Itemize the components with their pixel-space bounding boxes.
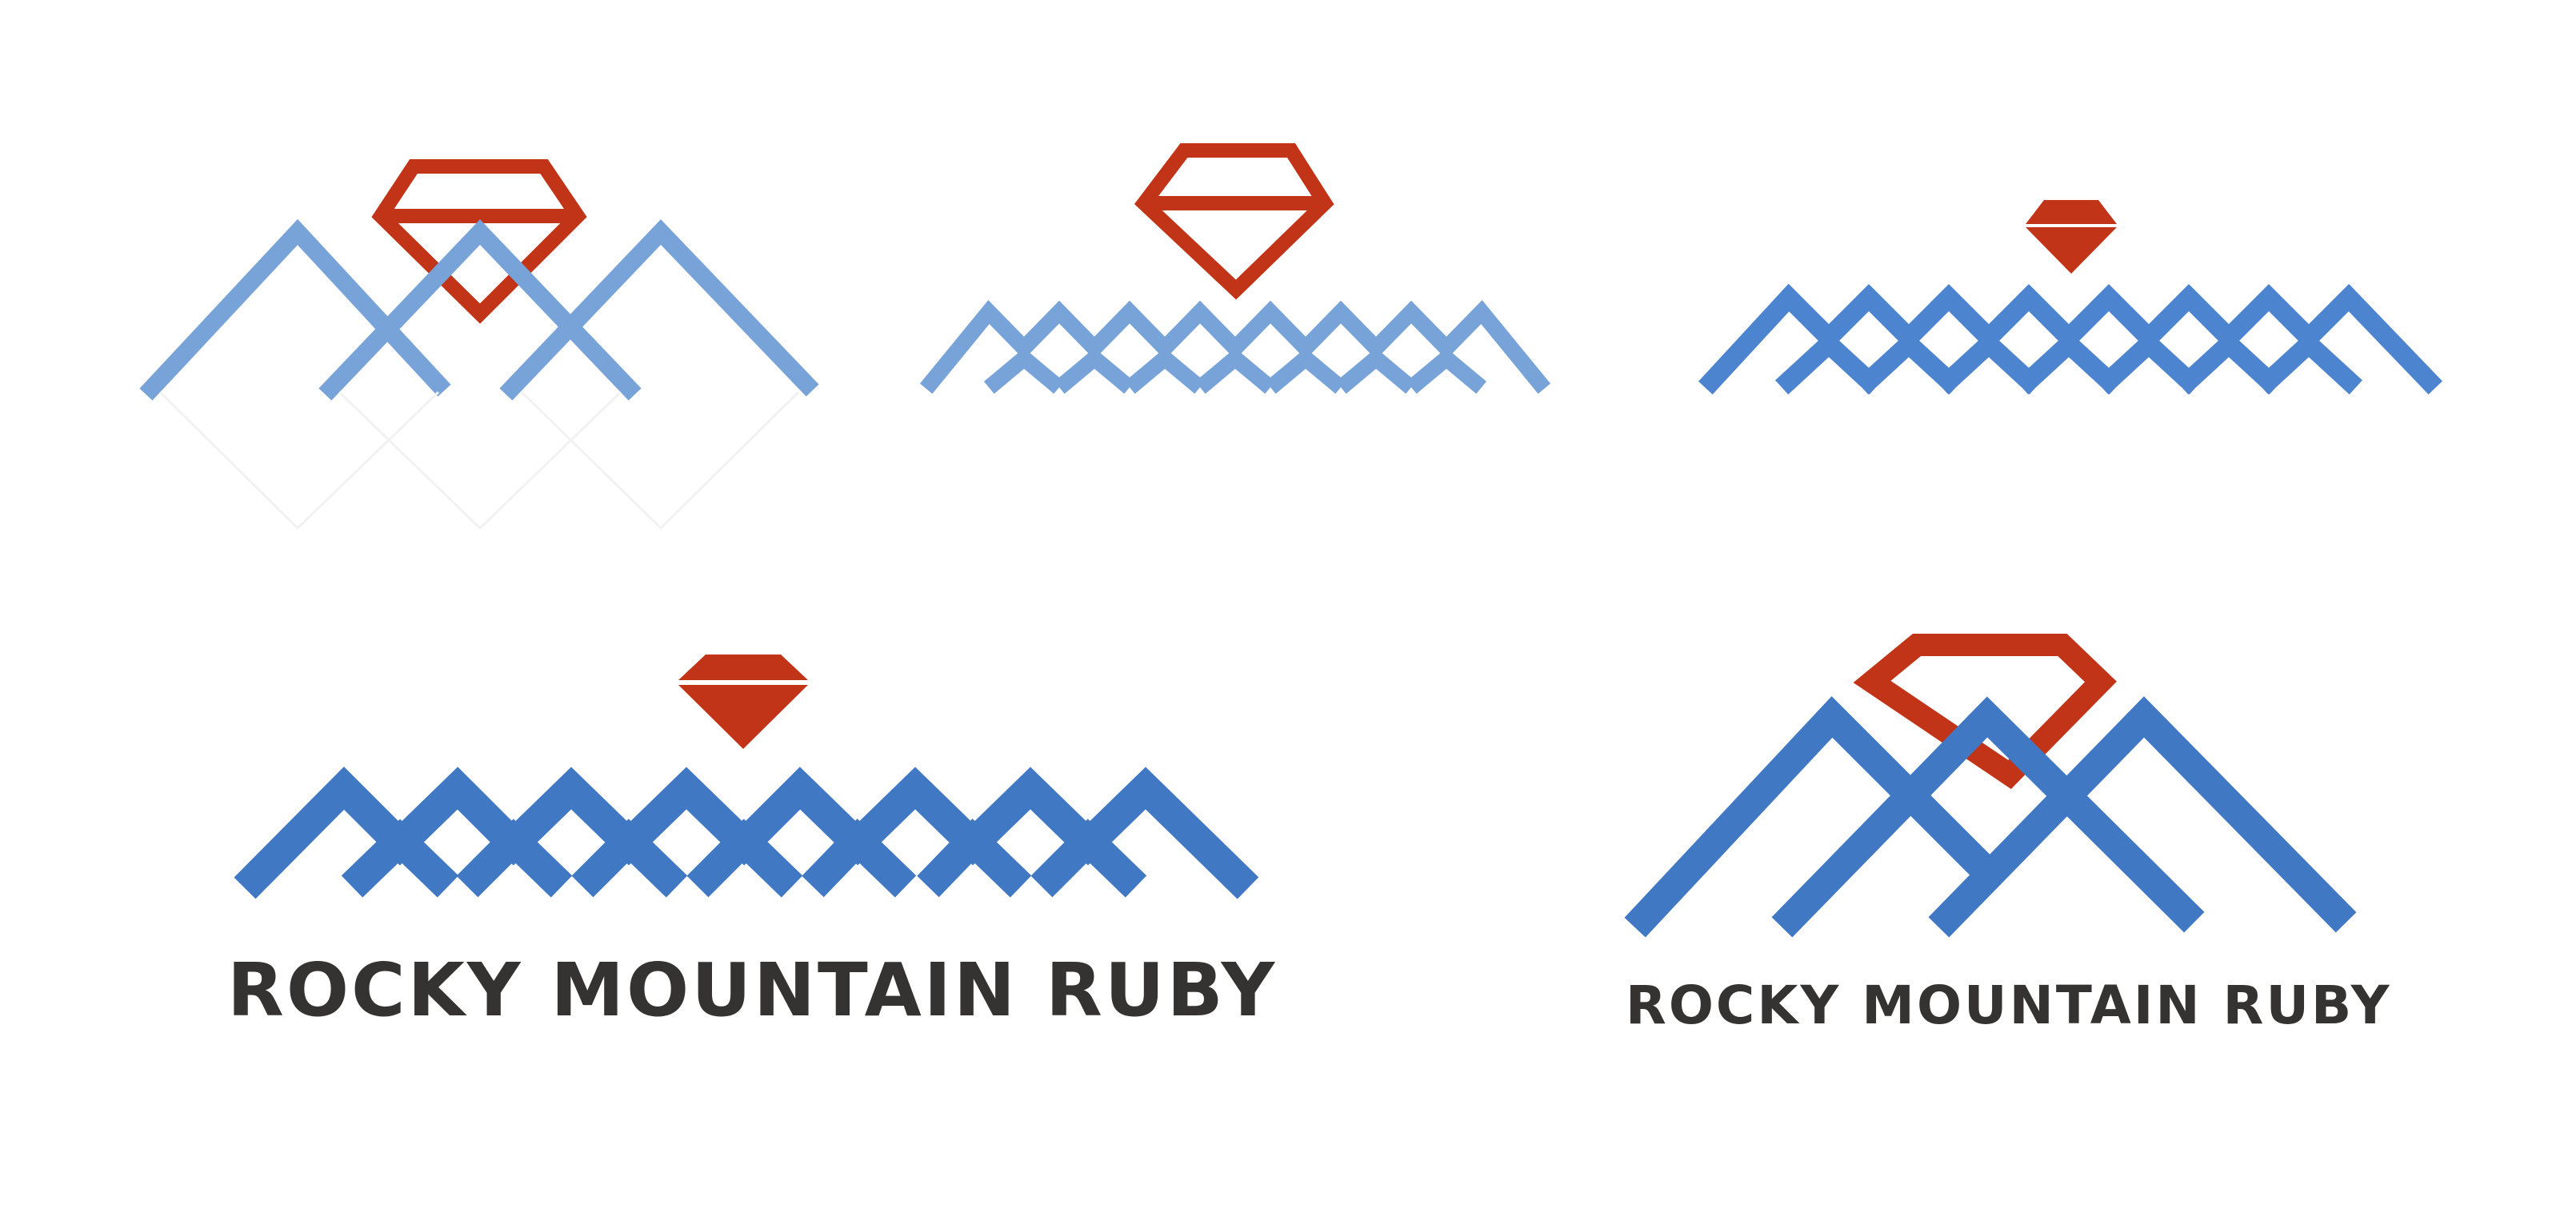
ruby-gem-icon — [1134, 143, 1334, 300]
logo-variant-5 — [1624, 634, 2357, 938]
wordmark-large: ROCKY MOUNTAIN RUBY — [227, 947, 1278, 1033]
logo-variant-4 — [234, 655, 1259, 899]
logo-variant-1 — [139, 159, 819, 530]
mountain-reflection — [158, 390, 800, 530]
ruby-gem-icon — [678, 655, 808, 749]
logo-variant-2 — [919, 143, 1551, 394]
mountain-zigzag-icon — [919, 300, 1551, 394]
logo-canvas — [139, 143, 2442, 938]
ruby-gem-icon — [2026, 200, 2117, 274]
mountain-zigzag-icon — [234, 767, 1259, 899]
mountain-peaks-icon — [1624, 696, 2357, 938]
mountain-zigzag-icon — [1698, 283, 2442, 394]
wordmark-small: ROCKY MOUNTAIN RUBY — [1626, 975, 2392, 1036]
logo-variant-3 — [1698, 200, 2442, 394]
